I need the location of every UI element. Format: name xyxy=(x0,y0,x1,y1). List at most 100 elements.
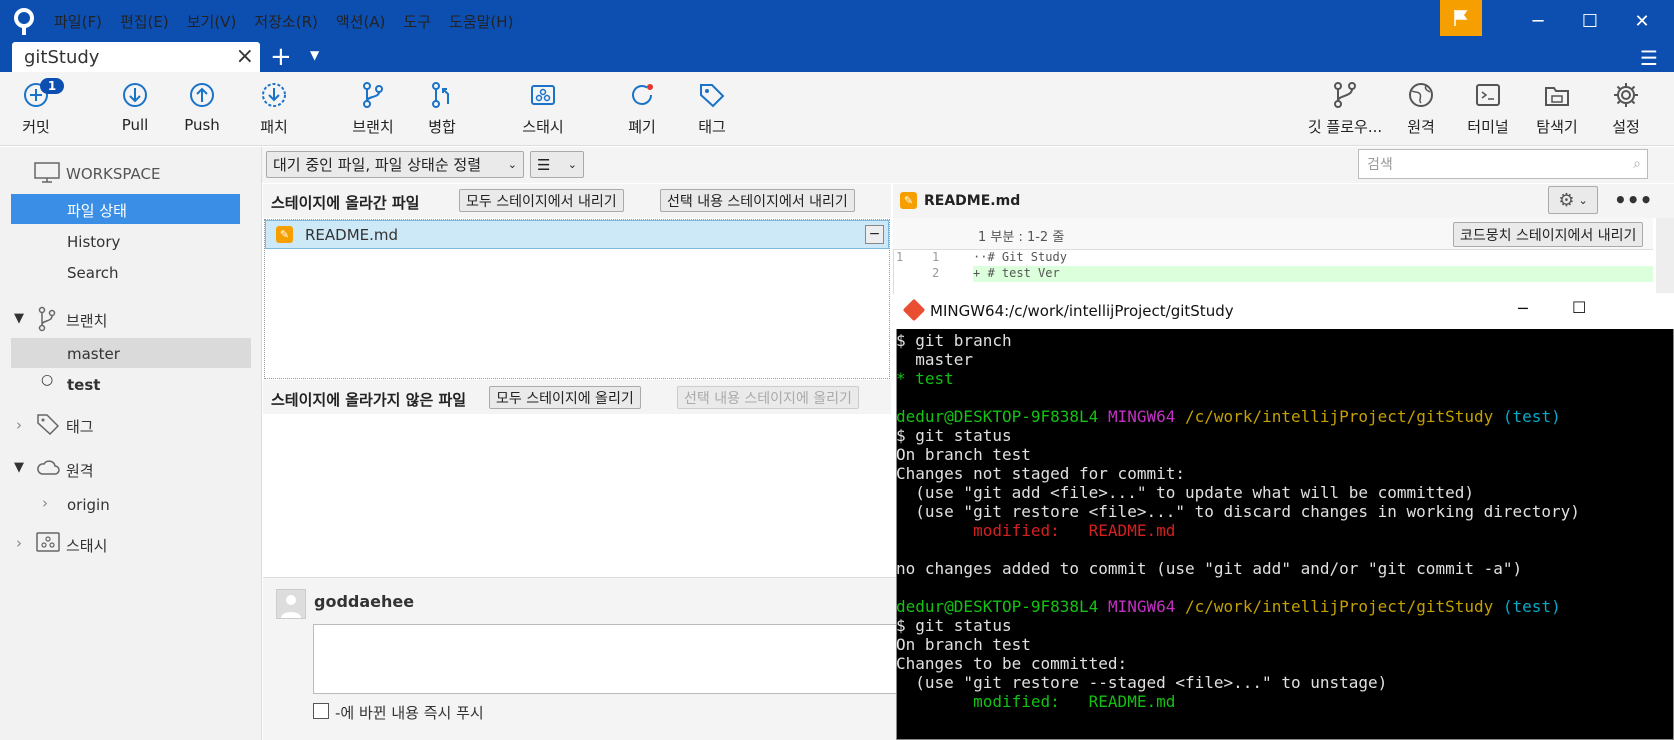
search-input[interactable]: 검색 ⌕ xyxy=(1358,149,1648,179)
explorer-button[interactable]: 탐색기 xyxy=(1517,80,1597,137)
stash-button[interactable]: 스태시 xyxy=(503,80,583,137)
repo-tab[interactable]: gitStudy × xyxy=(12,42,260,72)
unstage-file-button[interactable]: − xyxy=(865,225,884,244)
diff-modified-icon: ✎ xyxy=(900,192,917,209)
stage-all-button[interactable]: 모두 스테이지에 올리기 xyxy=(489,386,641,409)
diff-gear-icon: ⚙ xyxy=(1558,189,1575,211)
maximize-button[interactable]: ☐ xyxy=(1564,0,1616,42)
origin-chevron-icon[interactable]: › xyxy=(42,494,48,512)
terminal-prompt: dedur@DESKTOP-9F838L4 MINGW64 /c/work/in… xyxy=(896,407,1561,426)
sort-dropdown-label: 대기 중인 파일, 파일 상태순 정렬 xyxy=(273,156,482,174)
tag-button[interactable]: 태그 xyxy=(672,80,752,137)
hunk-title: 1 부분 : 1-2 줄 xyxy=(978,230,1065,245)
terminal-line: Changes not staged for commit: xyxy=(896,464,1185,483)
settings-button[interactable]: 설정 xyxy=(1586,80,1666,137)
view-mode-dropdown[interactable]: ☰ ⌄ xyxy=(530,151,584,178)
tab-dropdown-icon[interactable]: ▼ xyxy=(310,48,319,62)
menu-help[interactable]: 도움말(H) xyxy=(449,11,513,32)
patch-icon xyxy=(262,83,286,107)
terminal-maximize-button[interactable]: ☐ xyxy=(1572,298,1586,317)
unstage-all-button[interactable]: 모두 스테이지에서 내리기 xyxy=(459,189,624,212)
pull-icon xyxy=(123,83,147,107)
discard-label: 폐기 xyxy=(628,118,656,136)
terminal-title: MINGW64:/c/work/intellijProject/gitStudy xyxy=(930,302,1234,320)
branch-section-icon xyxy=(36,306,58,336)
gitflow-icon xyxy=(1334,82,1356,108)
menu-bar: 파일(F) 편집(E) 보기(V) 저장소(R) 액션(A) 도구 도움말(H) xyxy=(54,0,513,42)
sort-dropdown[interactable]: 대기 중인 파일, 파일 상태순 정렬 ⌄ xyxy=(266,151,524,178)
menu-view[interactable]: 보기(V) xyxy=(187,11,237,32)
unstaged-title: 스테이지에 올라가지 않은 파일 xyxy=(271,391,467,409)
sidebar-item-master[interactable] xyxy=(11,338,251,368)
patch-button[interactable]: 패치 xyxy=(234,80,314,137)
stash-label: 스태시 xyxy=(522,118,564,136)
terminal-line: no changes added to commit (use "git add… xyxy=(896,559,1523,578)
push-immediately-label: -에 바뀐 내용 즉시 푸시 xyxy=(335,704,484,722)
menu-edit[interactable]: 편집(E) xyxy=(120,11,169,32)
new-tab-button[interactable]: + xyxy=(270,42,292,72)
new-line-number: 2 xyxy=(932,266,940,280)
globe-icon xyxy=(1409,83,1433,107)
sidebar-item-history[interactable]: History xyxy=(67,233,120,251)
hamburger-menu-icon[interactable]: ☰ xyxy=(1640,46,1658,70)
stashes-chevron-icon[interactable]: › xyxy=(16,534,22,552)
remotes-header: 원격 xyxy=(66,462,94,480)
menu-repository[interactable]: 저장소(R) xyxy=(254,11,318,32)
author-name: goddaehee xyxy=(314,592,415,611)
unstage-selected-button[interactable]: 선택 내용 스테이지에서 내리기 xyxy=(660,189,855,212)
terminal-label: 터미널 xyxy=(1467,118,1509,136)
staged-file-name: README.md xyxy=(305,226,399,244)
terminal-line: modified: README.md xyxy=(896,692,1176,711)
terminal-output[interactable]: $ git branch master * test dedur@DESKTOP-… xyxy=(896,331,1674,740)
gitflow-button[interactable]: 깃 플로우... xyxy=(1300,80,1390,137)
stage-selected-button[interactable]: 선택 내용 스테이지에 올리기 xyxy=(677,386,859,409)
terminal-minimize-button[interactable]: ─ xyxy=(1518,299,1528,318)
push-label: Push xyxy=(184,116,220,134)
new-line-number: 1 xyxy=(932,250,940,264)
view-chevron-icon: ⌄ xyxy=(567,158,577,171)
branches-chevron-icon[interactable]: ▼ xyxy=(14,311,24,326)
flag-button[interactable] xyxy=(1440,0,1482,36)
discard-button[interactable]: 폐기 xyxy=(602,80,682,137)
commit-button[interactable]: 커밋 xyxy=(0,80,76,137)
stash-section-icon xyxy=(36,532,60,556)
explorer-label: 탐색기 xyxy=(1536,118,1578,136)
branch-button[interactable]: 브랜치 xyxy=(333,80,413,137)
terminal-icon xyxy=(1476,84,1500,106)
menu-file[interactable]: 파일(F) xyxy=(54,11,102,32)
menu-tools[interactable]: 도구 xyxy=(403,11,431,32)
unstaged-file-list xyxy=(264,415,890,575)
sidebar-item-origin[interactable]: origin xyxy=(67,496,110,514)
terminal-line: $ git status xyxy=(896,616,1012,635)
diff-line-text: ··# Git Study xyxy=(973,250,1067,264)
commit-message-input[interactable] xyxy=(313,624,903,694)
chevron-down-icon: ⌄ xyxy=(507,158,517,171)
tag-label: 태그 xyxy=(698,118,726,136)
unstage-hunk-button[interactable]: 코드뭉치 스테이지에서 내리기 xyxy=(1453,222,1644,247)
old-line-number: 1 xyxy=(896,250,904,264)
merge-button[interactable]: 병합 xyxy=(402,80,482,137)
diff-scrollbar[interactable] xyxy=(1656,218,1674,293)
git-logo-icon xyxy=(902,298,926,322)
remotes-chevron-icon[interactable]: ▼ xyxy=(14,460,24,475)
push-button[interactable]: Push xyxy=(162,80,242,134)
diff-settings-button[interactable]: ⚙ ⌄ xyxy=(1548,186,1598,214)
close-button[interactable]: ✕ xyxy=(1616,0,1668,42)
terminal-button[interactable]: 터미널 xyxy=(1448,80,1528,137)
file-status-label: 파일 상태 xyxy=(67,202,127,220)
staged-title: 스테이지에 올라간 파일 xyxy=(271,194,420,212)
menu-actions[interactable]: 액션(A) xyxy=(336,11,386,32)
terminal-line: (use "git add <file>..." to update what … xyxy=(896,483,1474,502)
terminal-line: * test xyxy=(896,369,954,388)
sidebar-item-test[interactable]: test xyxy=(67,376,100,394)
sidebar-item-search[interactable]: Search xyxy=(67,264,119,282)
close-tab-icon[interactable]: × xyxy=(236,44,254,69)
more-options-icon[interactable]: ••• xyxy=(1614,188,1652,212)
tags-header: 태그 xyxy=(66,418,94,436)
minimize-button[interactable]: ─ xyxy=(1512,0,1564,42)
tags-chevron-icon[interactable]: › xyxy=(16,416,22,434)
push-immediately-checkbox[interactable] xyxy=(313,703,329,719)
terminal-line: (use "git restore <file>..." to discard … xyxy=(896,502,1580,521)
app-logo xyxy=(12,8,36,36)
